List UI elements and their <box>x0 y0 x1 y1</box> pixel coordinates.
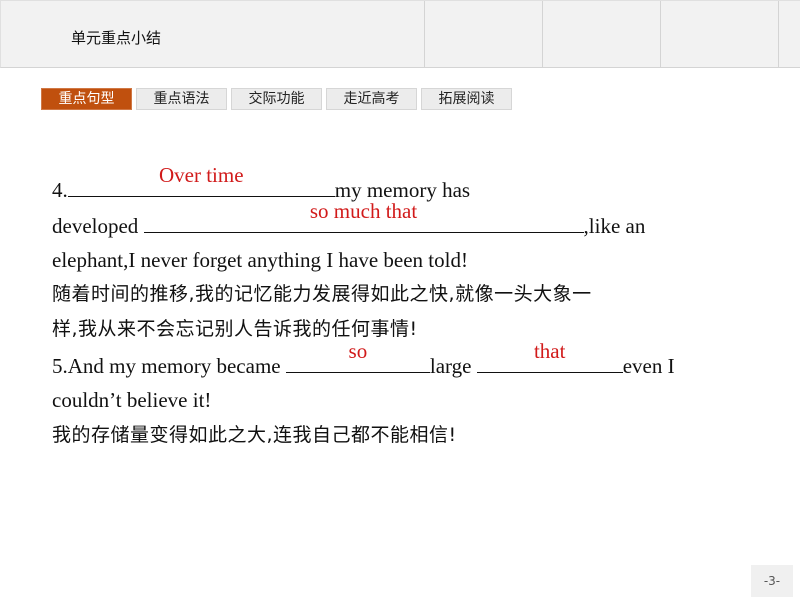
page-number: -3- <box>751 565 793 597</box>
item4-blank2: so much that <box>143 199 584 233</box>
tab-communication[interactable]: 交际功能 <box>231 88 322 110</box>
header-title: 单元重点小结 <box>71 29 162 47</box>
item5-translation: 我的存储量变得如此之大,连我自己都不能相信! <box>52 424 457 446</box>
item5-answer2: that <box>533 339 566 363</box>
item4-number: 4. <box>52 178 68 202</box>
item5-blank1: so <box>285 339 430 373</box>
item5-blank2: that <box>476 339 623 373</box>
item4-answer2: so much that <box>309 199 418 223</box>
item5-line2: couldn’t believe it! <box>52 388 212 412</box>
tab-key-sentences[interactable]: 重点句型 <box>41 88 132 110</box>
header-divider <box>424 1 425 68</box>
tab-key-grammar[interactable]: 重点语法 <box>136 88 227 110</box>
header-divider <box>660 1 661 68</box>
item4-translation-line1: 随着时间的推移,我的记忆能力发展得如此之快,就像一头大象一 <box>52 283 592 305</box>
item4-blank1: Over time <box>67 163 335 197</box>
item5-text3: even I <box>622 354 675 378</box>
item4-line2: developed so much that ,like an <box>52 199 646 240</box>
item4-line3: elephant,I never forget anything I have … <box>52 248 468 272</box>
tab-extended-reading[interactable]: 拓展阅读 <box>421 88 512 110</box>
item4-text3: ,like an <box>583 214 646 238</box>
header-bar: 单元重点小结 <box>0 0 800 68</box>
item5-answer1: so <box>348 339 368 363</box>
item5-text1: 5.And my memory became <box>52 354 286 378</box>
header-divider <box>778 1 779 68</box>
tab-approaching-exam[interactable]: 走近高考 <box>326 88 417 110</box>
section-tabs: 重点句型 重点语法 交际功能 走近高考 拓展阅读 <box>41 88 512 110</box>
item4-text2: developed <box>52 214 144 238</box>
item5-line1: 5.And my memory became so large that even … <box>52 339 675 380</box>
header-divider <box>542 1 543 68</box>
item5-text2: large <box>429 354 477 378</box>
item4-answer1: Over time <box>158 163 244 187</box>
